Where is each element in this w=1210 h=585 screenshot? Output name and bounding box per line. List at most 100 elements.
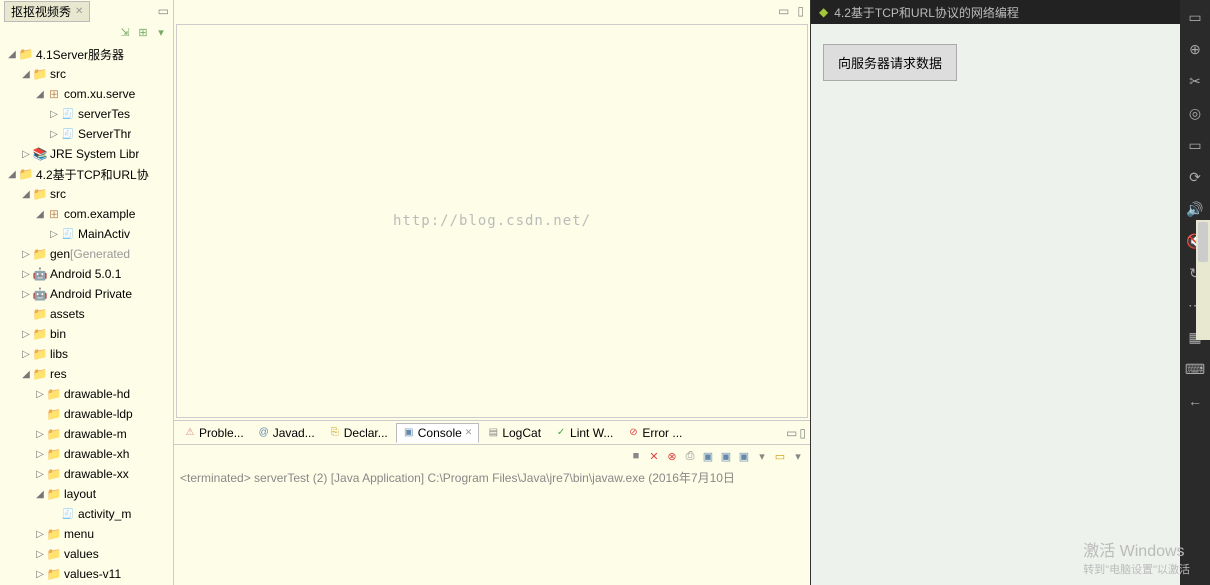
tree-row[interactable]: 📁drawable-ldp (0, 404, 173, 424)
rail-icon[interactable]: 🔊 (1186, 200, 1204, 218)
rail-icon[interactable]: ← (1186, 392, 1204, 410)
tree-row[interactable]: ▷🤖Android 5.0.1 (0, 264, 173, 284)
toolbar-icon[interactable]: ▣ (736, 448, 752, 464)
expand-icon[interactable]: ▷ (48, 109, 60, 120)
tree-label: libs (50, 347, 68, 361)
explorer-tab[interactable]: 抠抠视频秀 ✕ (4, 1, 90, 22)
close-icon[interactable]: ✕ (75, 6, 83, 17)
project-tree[interactable]: ◢📁4.1Server服务器◢📁src◢⊞com.xu.serve▷🧾serve… (0, 42, 173, 585)
expand-icon[interactable]: ▷ (20, 249, 32, 260)
maximize-icon[interactable]: ▯ (799, 426, 806, 440)
close-icon[interactable]: ✕ (465, 427, 473, 438)
rail-icon[interactable]: ◎ (1186, 104, 1204, 122)
tab-javad[interactable]: @Javad... (252, 424, 321, 442)
expand-icon[interactable]: ◢ (20, 369, 32, 380)
request-data-button[interactable]: 向服务器请求数据 (823, 44, 957, 81)
toolbar-icon[interactable]: ⎙ (682, 448, 698, 464)
rail-icon[interactable]: ⟳ (1186, 168, 1204, 186)
tree-row[interactable]: ▷📁drawable-xh (0, 444, 173, 464)
tree-row[interactable]: ◢📁4.2基于TCP和URL协 (0, 164, 173, 184)
tree-row[interactable]: ▷📚JRE System Libr (0, 144, 173, 164)
maximize-icon[interactable]: ▯ (795, 4, 806, 18)
expand-icon[interactable]: ◢ (34, 209, 46, 220)
tree-row[interactable]: ▷📁menu (0, 524, 173, 544)
toolbar-icon[interactable]: ✕ (646, 448, 662, 464)
tree-row[interactable]: ▷📁values-v11 (0, 564, 173, 584)
rail-icon[interactable]: ▭ (1186, 8, 1204, 26)
expand-icon[interactable]: ▷ (34, 429, 46, 440)
toolbar-icon[interactable]: ■ (628, 448, 644, 464)
tree-row[interactable]: ◢📁src (0, 184, 173, 204)
tree-row[interactable]: ◢📁4.1Server服务器 (0, 44, 173, 64)
toolbar-icon[interactable]: ▣ (718, 448, 734, 464)
expand-icon[interactable]: ▷ (20, 289, 32, 300)
rail-icon[interactable]: ⊕ (1186, 40, 1204, 58)
tree-row[interactable]: ◢⊞com.xu.serve (0, 84, 173, 104)
expand-icon[interactable]: ▷ (34, 549, 46, 560)
expand-icon[interactable]: ◢ (20, 189, 32, 200)
tree-row[interactable]: 📁assets (0, 304, 173, 324)
tab-lintw[interactable]: ✓Lint W... (549, 424, 619, 442)
tree-row[interactable]: ▷🧾ServerThr (0, 124, 173, 144)
watermark: http://blog.csdn.net/ (393, 213, 591, 229)
tab-error[interactable]: ⊘Error ... (621, 424, 688, 442)
tree-row[interactable]: ◢📁src (0, 64, 173, 84)
expand-icon[interactable]: ▷ (34, 529, 46, 540)
scrollbar[interactable] (1196, 220, 1210, 340)
expand-icon[interactable]: ▷ (20, 269, 32, 280)
toolbar-icon[interactable]: ▭ (772, 448, 788, 464)
expand-icon[interactable]: ▷ (34, 469, 46, 480)
expand-icon[interactable]: ▷ (34, 449, 46, 460)
expand-icon[interactable]: ◢ (34, 489, 46, 500)
tree-row[interactable]: ▷📁values (0, 544, 173, 564)
toolbar-icon[interactable]: ▾ (790, 448, 806, 464)
expand-icon[interactable]: ▷ (20, 329, 32, 340)
expand-icon[interactable]: ▷ (34, 569, 46, 580)
expand-icon[interactable]: ▷ (48, 229, 60, 240)
tree-row[interactable]: ◢📁layout (0, 484, 173, 504)
rail-icon[interactable]: ✂ (1186, 72, 1204, 90)
tree-row[interactable]: ▷📁libs (0, 344, 173, 364)
expand-icon[interactable]: ◢ (6, 169, 18, 180)
expand-icon[interactable]: ◢ (34, 89, 46, 100)
folder-icon: 📁 (46, 486, 62, 502)
tab-console[interactable]: ▣Console✕ (396, 423, 480, 443)
minimize-icon[interactable]: ▭ (154, 4, 173, 18)
pkg-icon: ⊞ (46, 206, 62, 222)
expand-icon[interactable]: ◢ (20, 69, 32, 80)
lib-icon: 📚 (32, 146, 48, 162)
tab-logcat[interactable]: ▤LogCat (481, 424, 547, 442)
editor-body[interactable]: http://blog.csdn.net/ (176, 24, 808, 418)
tree-row[interactable]: ▷📁drawable-xx (0, 464, 173, 484)
toolbar-icon[interactable]: ⊗ (664, 448, 680, 464)
tree-row[interactable]: ▷📁bin (0, 324, 173, 344)
expand-icon[interactable]: ▷ (34, 389, 46, 400)
toolbar-icon[interactable]: ▾ (754, 448, 770, 464)
link-editor-icon[interactable]: ⊞ (135, 24, 151, 40)
tree-row[interactable]: ▷📁gen [Generated (0, 244, 173, 264)
tree-row[interactable]: ◢⊞com.example (0, 204, 173, 224)
emulator-screen[interactable]: 向服务器请求数据 (811, 24, 1180, 585)
minimize-icon[interactable]: ▭ (776, 4, 791, 18)
expand-icon[interactable]: ▷ (48, 129, 60, 140)
rail-icon[interactable]: ▭ (1186, 136, 1204, 154)
expand-icon[interactable]: ◢ (6, 49, 18, 60)
toolbar-icon[interactable]: ▣ (700, 448, 716, 464)
tree-row[interactable]: ▷📁drawable-m (0, 424, 173, 444)
minimize-icon[interactable]: ▭ (786, 426, 797, 440)
tree-row[interactable]: ▷🧾MainActiv (0, 224, 173, 244)
collapse-icon[interactable]: ⇲ (117, 24, 133, 40)
tree-row[interactable]: ▷🧾serverTes (0, 104, 173, 124)
rail-icon[interactable]: ⌨ (1186, 360, 1204, 378)
tree-row[interactable]: ▷📁drawable-hd (0, 384, 173, 404)
tree-row[interactable]: ◢📁res (0, 364, 173, 384)
tab-proble[interactable]: ⚠Proble... (178, 424, 250, 442)
folder-icon: 📁 (32, 246, 48, 262)
expand-icon[interactable]: ▷ (20, 149, 32, 160)
console-body[interactable]: <terminated> serverTest (2) [Java Applic… (174, 467, 810, 585)
view-menu-icon[interactable]: ▾ (153, 24, 169, 40)
tree-row[interactable]: ▷🤖Android Private (0, 284, 173, 304)
tab-declar[interactable]: ⎘Declar... (323, 424, 394, 442)
expand-icon[interactable]: ▷ (20, 349, 32, 360)
tree-row[interactable]: 🧾activity_m (0, 504, 173, 524)
